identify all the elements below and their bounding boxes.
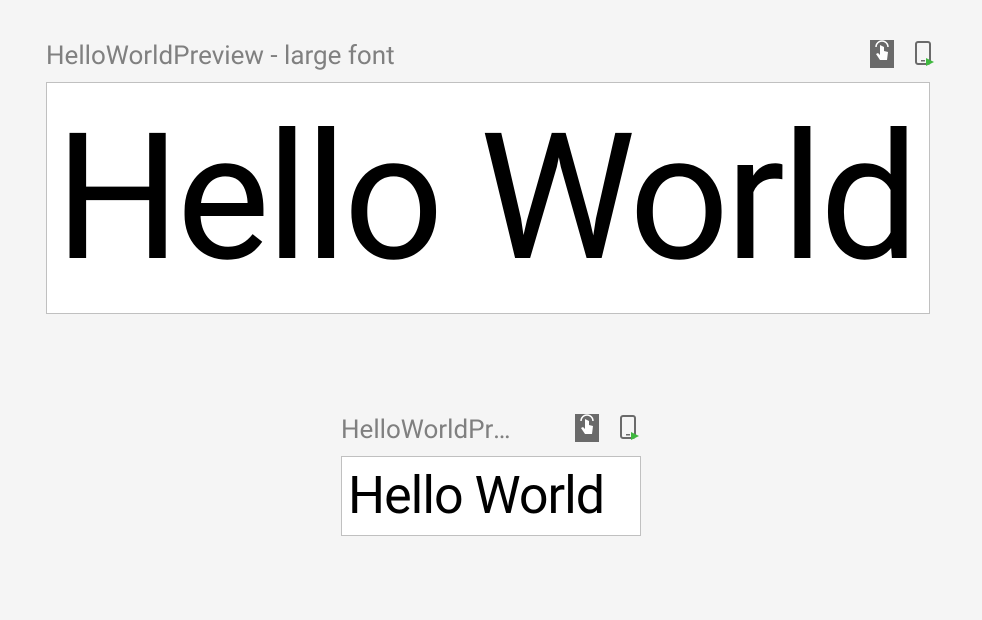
preview-title-small: HelloWorldPre...: [341, 415, 521, 445]
preview-title-large: HelloWorldPreview - large font: [46, 41, 395, 71]
hand-tap-icon: [575, 414, 599, 446]
preview-block-small: HelloWorldPre...: [46, 414, 936, 536]
deploy-preview-button[interactable]: [617, 414, 641, 446]
preview-frame-small: Hello World: [341, 456, 641, 536]
interactive-mode-button[interactable]: [870, 40, 894, 72]
preview-block-large: HelloWorldPreview - large font: [46, 40, 936, 314]
hand-tap-icon: [870, 40, 894, 72]
device-run-icon: [617, 414, 641, 446]
preview-actions: [870, 40, 936, 72]
deploy-preview-button[interactable]: [912, 40, 936, 72]
preview-header: HelloWorldPreview - large font: [46, 40, 936, 72]
preview-content-large: Hello World: [55, 110, 915, 286]
device-run-icon: [912, 40, 936, 72]
preview-frame-large: Hello World: [46, 82, 930, 314]
preview-content-small: Hello World: [348, 470, 604, 522]
preview-actions: [575, 414, 641, 446]
preview-header: HelloWorldPre...: [341, 414, 641, 446]
interactive-mode-button[interactable]: [575, 414, 599, 446]
